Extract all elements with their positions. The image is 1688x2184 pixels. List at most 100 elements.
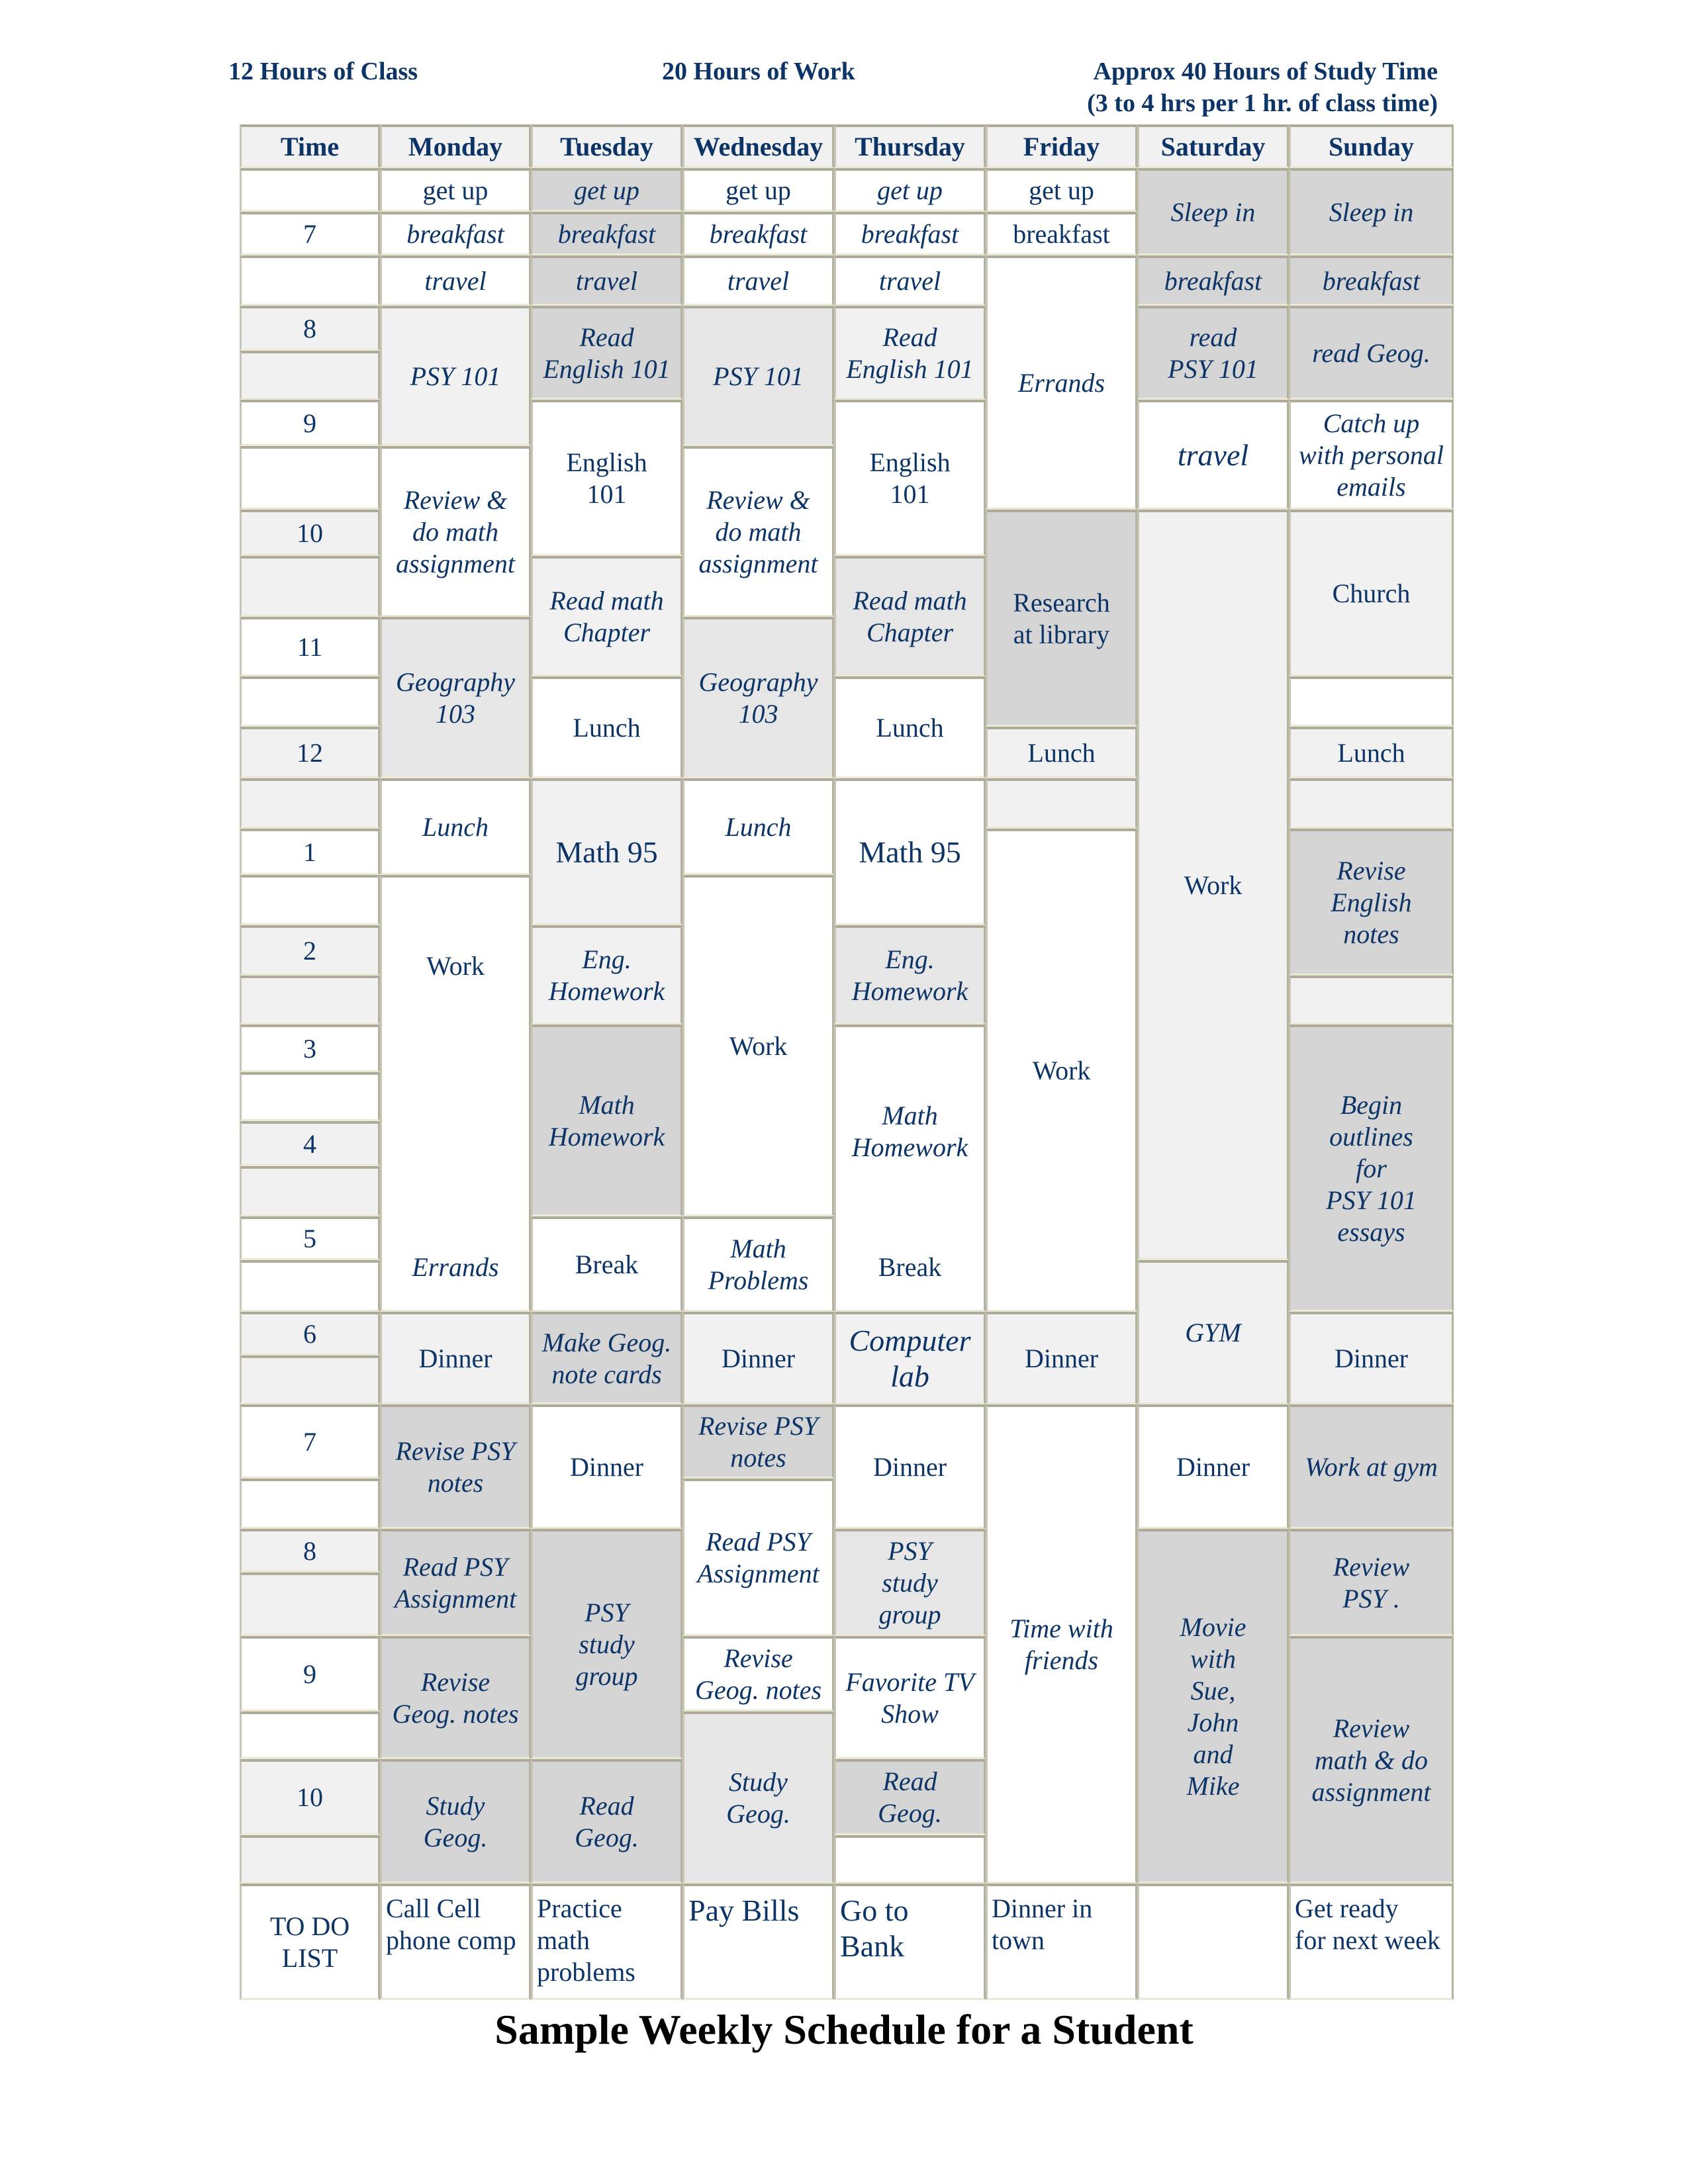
schedule-block-monday-text: Lunch (422, 811, 489, 842)
schedule-block-tuesday: Math 95 (531, 778, 682, 925)
schedule-block-thursday-text-secondary: Break (878, 1252, 942, 1282)
schedule-block-tuesday: Eng. Homework (531, 925, 682, 1024)
schedule-block-thursday-text: Math Homework (851, 1101, 968, 1162)
schedule-block-thursday: Favorite TV Show (834, 1636, 986, 1759)
schedule-block-tuesday-text: Dinner (569, 1451, 644, 1482)
schedule-block-saturday-text: Dinner (1176, 1451, 1250, 1482)
schedule-block-monday-text: Revise PSY notes (395, 1435, 516, 1498)
schedule-block-thursday-text: Read Geog. (878, 1766, 942, 1828)
time-slot-text: 6 (303, 1318, 316, 1349)
schedule-block-saturday: read PSY 101 (1137, 306, 1289, 400)
schedule-block-tuesday-text: English 101 (566, 447, 647, 509)
time-slot (240, 1260, 380, 1312)
time-slot-text: 9 (303, 408, 316, 438)
schedule-block-thursday: Math Homework Break (834, 1024, 986, 1312)
todo-list-label: TO DO LIST (240, 1884, 380, 2000)
column-header-tuesday: Tuesday (531, 124, 682, 168)
schedule-block-thursday-text: Favorite TV Show (845, 1666, 974, 1729)
time-slot-text: 8 (303, 313, 316, 343)
schedule-block-friday-text: Work (1032, 1055, 1091, 1085)
column-header-time-text: Time (280, 131, 340, 161)
schedule-block-tuesday-text: Read Geog. (575, 1790, 639, 1852)
schedule-block-monday-text: Revise Geog. notes (392, 1666, 519, 1729)
schedule-block-tuesday-text: get up (574, 175, 639, 205)
schedule-block-thursday: Math 95 (834, 778, 986, 925)
column-header-saturday-text: Saturday (1160, 131, 1266, 161)
schedule-block-friday-text: Errands (1017, 367, 1105, 398)
schedule-block-wednesday-text: Dinner (721, 1343, 796, 1373)
schedule-block-monday: Geography 103 (380, 617, 531, 778)
schedule-block-saturday-text: read PSY 101 (1168, 322, 1258, 384)
time-slot (240, 778, 380, 829)
schedule-block-wednesday: Review & do math assignment (682, 446, 834, 617)
time-slot-text: 2 (303, 935, 316, 966)
schedule-block-sunday-text: Church (1332, 578, 1411, 608)
schedule-block-thursday-text: get up (877, 175, 943, 205)
schedule-block-wednesday: Dinner (682, 1312, 834, 1404)
schedule-block-thursday-text: Read English 101 (846, 322, 974, 384)
column-header-thursday-text: Thursday (855, 131, 965, 161)
schedule-block-thursday: Lunch (834, 676, 986, 778)
schedule-block-thursday: travel (834, 255, 986, 306)
schedule-block-thursday-text: Eng. Homework (851, 944, 968, 1006)
schedule-block-tuesday: Break (531, 1216, 682, 1312)
column-header-time: Time (240, 124, 380, 168)
schedule-block-monday: Read PSY Assignment (380, 1529, 531, 1636)
time-slot-text: 5 (303, 1223, 316, 1253)
schedule-block-wednesday-text: Work (729, 1030, 788, 1061)
schedule-block-thursday-text: Dinner (872, 1451, 947, 1482)
todo-list-label-text: TO DO LIST (269, 1911, 350, 1973)
schedule-block-thursday: Read Geog. (834, 1759, 986, 1835)
schedule-block-monday: Study Geog. (380, 1759, 531, 1884)
schedule-block-wednesday: Study Geog. (682, 1711, 834, 1884)
schedule-block-thursday-text: Math 95 (859, 835, 961, 869)
time-slot: 9 (240, 400, 380, 446)
column-header-sunday-text: Sunday (1329, 131, 1414, 161)
schedule-block-thursday: Read English 101 (834, 306, 986, 400)
schedule-block-sunday-text: Lunch (1337, 737, 1405, 768)
time-slot (240, 1572, 380, 1636)
schedule-block-tuesday-text: Eng. Homework (548, 944, 665, 1006)
schedule-block-sunday-text: breakfast (1322, 265, 1421, 296)
schedule-block-wednesday-text: get up (726, 175, 791, 205)
schedule-block-wednesday: Math Problems (682, 1216, 834, 1312)
time-slot-text: 1 (303, 837, 316, 867)
schedule-block-wednesday-text: Revise PSY notes (698, 1410, 819, 1473)
schedule-block-wednesday-text: Revise Geog. notes (694, 1643, 822, 1705)
schedule-block-friday-text: Time with friends (1009, 1613, 1113, 1675)
time-slot (240, 1355, 380, 1404)
schedule-block-friday: Research at library (986, 510, 1137, 727)
schedule-block-monday-text: Study Geog. (423, 1790, 488, 1852)
time-slot (240, 875, 380, 925)
time-slot: 3 (240, 1024, 380, 1072)
todo-item-tuesday-text: Practice math problems (537, 1893, 635, 1987)
schedule-block-tuesday-text: Math 95 (555, 835, 658, 869)
schedule-block-sunday-text: read Geog. (1312, 338, 1430, 368)
schedule-block-tuesday-text: Break (575, 1249, 639, 1279)
time-slot: 10 (240, 510, 380, 556)
schedule-block-tuesday: get up (531, 168, 682, 212)
schedule-block-saturday: Dinner (1137, 1404, 1289, 1529)
schedule-block-friday: Lunch (986, 727, 1137, 778)
time-slot: 2 (240, 925, 380, 976)
schedule-block-wednesday: Work (682, 875, 834, 1216)
todo-item-friday-text: Dinner in town (992, 1893, 1093, 1955)
schedule-block-friday-text: Research at library (1013, 587, 1110, 649)
schedule-block-tuesday-text: Read math Chapter (549, 585, 664, 647)
schedule-block-thursday-text: Lunch (876, 712, 944, 743)
time-slot: 4 (240, 1121, 380, 1166)
schedule-block-wednesday-text: Study Geog. (726, 1766, 790, 1829)
time-slot (240, 351, 380, 400)
time-slot: 7 (240, 212, 380, 255)
schedule-block-monday: Lunch (380, 778, 531, 875)
schedule-block-wednesday-text: PSY 101 (713, 361, 804, 391)
time-slot (240, 1479, 380, 1529)
schedule-block-sunday-text: Review PSY . (1333, 1551, 1410, 1614)
schedule-block-sunday: Revise English notes (1289, 829, 1454, 976)
schedule-block-tuesday: travel (531, 255, 682, 306)
schedule-block-friday: Dinner (986, 1312, 1137, 1404)
schedule-block-monday: Revise Geog. notes (380, 1636, 531, 1759)
schedule-block-saturday-text: Work (1184, 870, 1243, 900)
schedule-block-monday: Revise PSY notes (380, 1404, 531, 1529)
time-slot-text: 4 (303, 1128, 316, 1159)
